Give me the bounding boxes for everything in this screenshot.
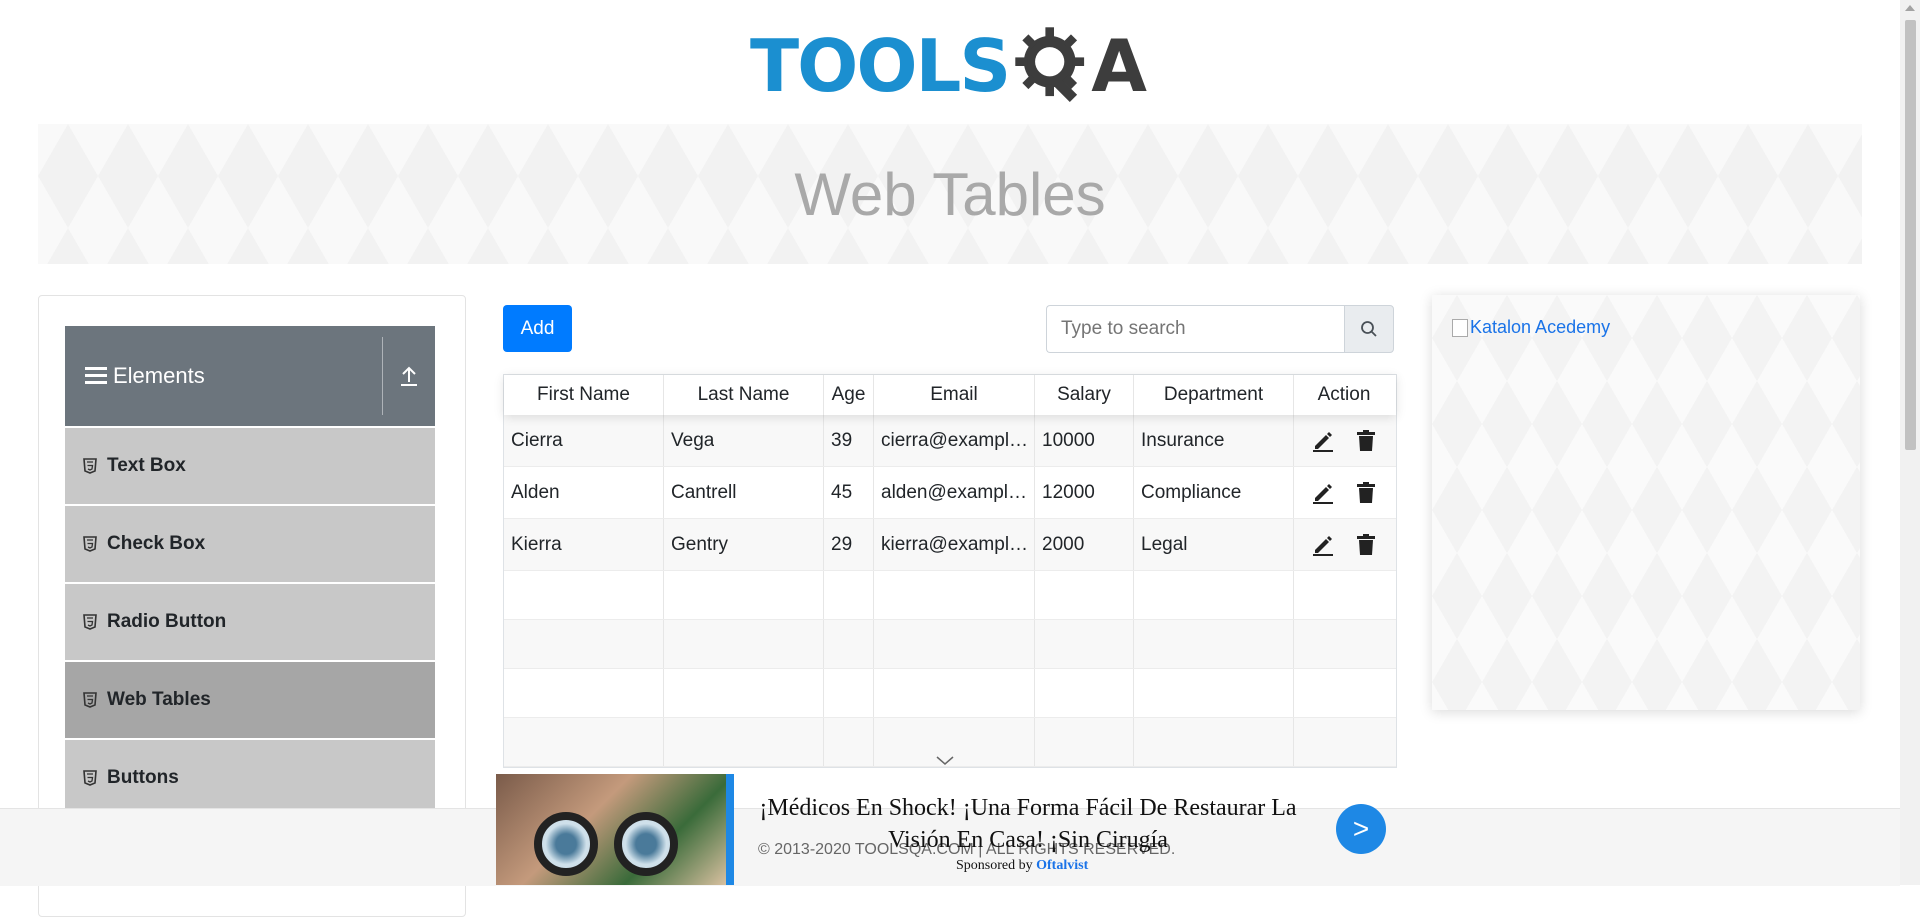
ad-go-button[interactable]: >: [1336, 804, 1386, 854]
broken-image-link[interactable]: Katalon Acedemy: [1452, 317, 1610, 338]
page-banner: Web Tables: [38, 124, 1862, 264]
ad-thumbnail-image[interactable]: [496, 774, 726, 885]
group-title-label: Elements: [113, 363, 205, 388]
ad-alt-text: Katalon Acedemy: [1470, 317, 1611, 337]
column-header-department[interactable]: Department: [1134, 375, 1294, 415]
toolsqa-logo[interactable]: TOOLS A: [750, 18, 1147, 114]
cell-first-name: Alden: [504, 467, 664, 518]
broken-image-icon: [1452, 318, 1468, 337]
cell-salary: 10000: [1035, 415, 1134, 466]
html5-icon: [83, 458, 97, 474]
lens-left: [534, 812, 598, 876]
table-row: Kierra Gentry 29 kierra@example.com 2000…: [504, 519, 1396, 571]
search-box: [1046, 305, 1394, 353]
cell-age: 39: [824, 415, 874, 466]
table-header: First Name Last Name Age Email Salary De…: [504, 375, 1396, 415]
logo-text-tools: TOOLS: [750, 24, 1011, 108]
search-button[interactable]: [1344, 305, 1394, 353]
column-header-action[interactable]: Action: [1294, 375, 1394, 415]
ad-headline[interactable]: ¡Médicos En Shock! ¡Una Forma Fácil De R…: [748, 792, 1308, 856]
column-header-age[interactable]: Age: [824, 375, 874, 415]
cell-age: 29: [824, 519, 874, 570]
bottom-ad-bar[interactable]: ¡Médicos En Shock! ¡Una Forma Fácil De R…: [496, 756, 1388, 885]
search-input[interactable]: [1046, 305, 1344, 353]
top-bar: TOOLS A: [0, 0, 1920, 124]
cell-first-name: Kierra: [504, 519, 664, 570]
html5-icon: [83, 614, 97, 630]
html5-icon: [83, 536, 97, 552]
cell-action: [1294, 519, 1394, 570]
edit-icon[interactable]: [1312, 482, 1334, 504]
cell-department: Legal: [1134, 519, 1294, 570]
sidebar-item-label: Text Box: [107, 455, 186, 476]
table-row: Alden Cantrell 45 alden@example.com 1200…: [504, 467, 1396, 519]
cell-salary: 12000: [1035, 467, 1134, 518]
sponsor-name[interactable]: Oftalvist: [1036, 858, 1088, 873]
empty-row: [504, 571, 1396, 620]
cell-email: alden@example.com: [874, 467, 1035, 518]
cell-department: Insurance: [1134, 415, 1294, 466]
column-header-last-name[interactable]: Last Name: [664, 375, 824, 415]
cell-salary: 2000: [1035, 519, 1134, 570]
html5-icon: [83, 692, 97, 708]
cell-first-name: Cierra: [504, 415, 664, 466]
web-table: First Name Last Name Age Email Salary De…: [503, 374, 1397, 768]
cell-action: [1294, 467, 1394, 518]
search-icon: [1361, 321, 1377, 337]
ad-sponsor: Sponsored by Oftalvist: [956, 858, 1088, 874]
elements-group-header[interactable]: Elements: [65, 326, 435, 426]
cell-email: kierra@example.com: [874, 519, 1035, 570]
hamburger-icon: [85, 367, 107, 385]
page-scrollbar[interactable]: [1900, 0, 1920, 885]
scrollbar-thumb[interactable]: [1905, 20, 1916, 450]
sidebar-item-label: Buttons: [107, 767, 179, 788]
add-button[interactable]: Add: [503, 305, 572, 352]
chevron-down-icon[interactable]: [936, 756, 954, 766]
empty-row: [504, 669, 1396, 718]
page-title: Web Tables: [794, 160, 1106, 228]
cell-action: [1294, 415, 1394, 466]
scroll-up-arrow-icon[interactable]: [1905, 5, 1915, 11]
cell-last-name: Gentry: [664, 519, 824, 570]
delete-icon[interactable]: [1356, 481, 1376, 504]
ad-accent-bar: [726, 774, 734, 885]
html5-icon: [83, 770, 97, 786]
table-row: Cierra Vega 39 cierra@example.com 10000 …: [504, 415, 1396, 467]
sidebar-item-web-tables[interactable]: Web Tables: [65, 662, 435, 740]
cell-last-name: Vega: [664, 415, 824, 466]
cell-last-name: Cantrell: [664, 467, 824, 518]
cell-department: Compliance: [1134, 467, 1294, 518]
sidebar-item-text-box[interactable]: Text Box: [65, 428, 435, 506]
sidebar-item-label: Web Tables: [107, 689, 211, 710]
edit-icon[interactable]: [1312, 534, 1334, 556]
delete-icon[interactable]: [1356, 533, 1376, 556]
collapse-toggle[interactable]: [383, 326, 435, 426]
empty-row: [504, 620, 1396, 669]
katalon-ad-box[interactable]: Katalon Acedemy: [1432, 295, 1860, 710]
edit-icon[interactable]: [1312, 430, 1334, 452]
lens-right: [614, 812, 678, 876]
sidebar-item-label: Radio Button: [107, 611, 227, 632]
gear-magnifier-icon: [1015, 27, 1085, 102]
column-header-first-name[interactable]: First Name: [504, 375, 664, 415]
logo-text-qa: A: [1091, 24, 1147, 108]
sidebar-item-radio-button[interactable]: Radio Button: [65, 584, 435, 662]
group-title: Elements: [65, 363, 382, 389]
sidebar-item-label: Check Box: [107, 533, 206, 554]
column-header-email[interactable]: Email: [874, 375, 1035, 415]
sidebar-menu: Text Box Check Box Radio Button Web Tabl…: [65, 428, 435, 818]
cell-email: cierra@example.com: [874, 415, 1035, 466]
delete-icon[interactable]: [1356, 429, 1376, 452]
sidebar-item-check-box[interactable]: Check Box: [65, 506, 435, 584]
cell-age: 45: [824, 467, 874, 518]
sidebar-item-buttons[interactable]: Buttons: [65, 740, 435, 818]
sponsored-prefix: Sponsored by: [956, 858, 1033, 873]
column-header-salary[interactable]: Salary: [1035, 375, 1134, 415]
arrow-up-icon: [401, 366, 417, 386]
